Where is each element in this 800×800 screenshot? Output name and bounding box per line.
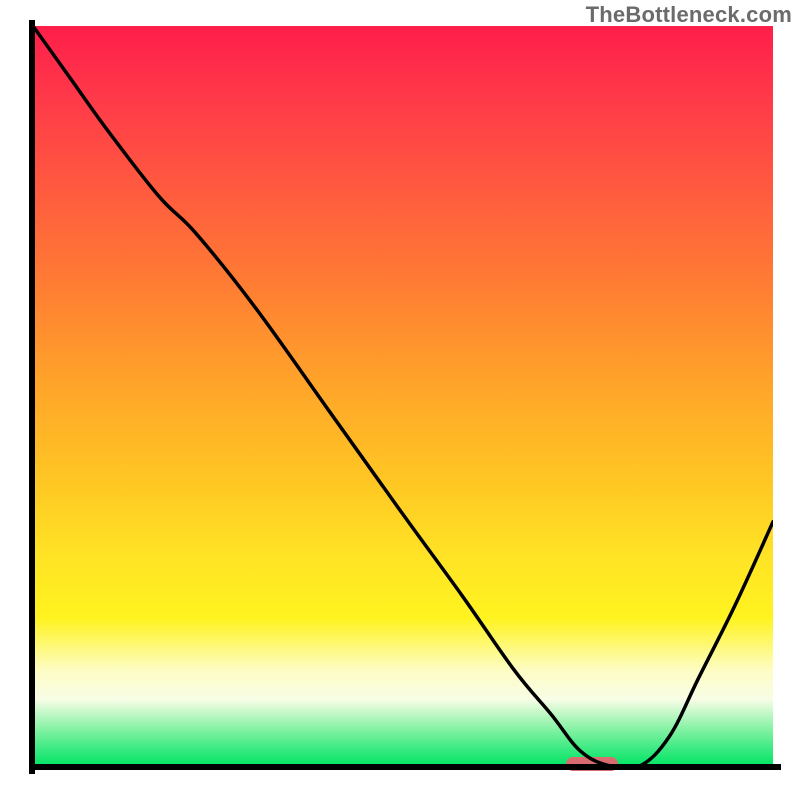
watermark-text: TheBottleneck.com [586,2,792,28]
bottleneck-curve [33,26,773,766]
plot-area [33,26,773,766]
curve-svg [33,26,773,766]
chart-stage: TheBottleneck.com [0,0,800,800]
